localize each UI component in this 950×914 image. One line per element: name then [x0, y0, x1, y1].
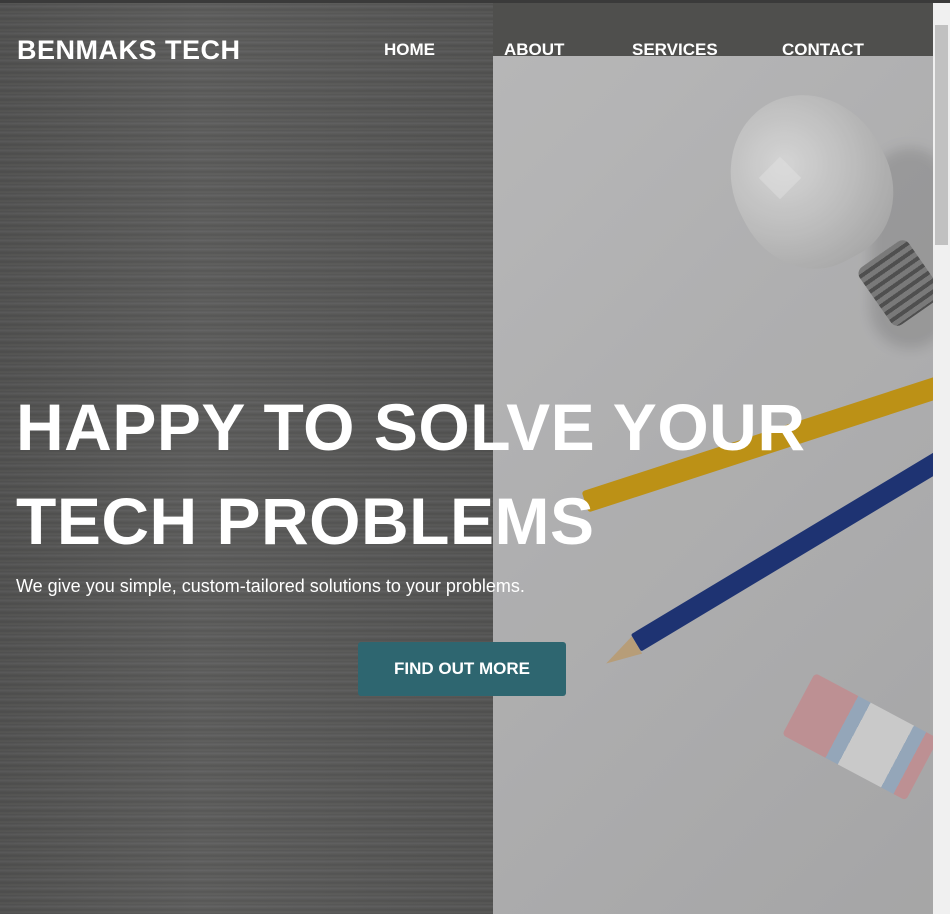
headline-line-2: TECH PROBLEMS	[16, 484, 595, 558]
brand-logo[interactable]: BENMAKS TECH	[17, 35, 241, 66]
nav-about[interactable]: ABOUT	[504, 40, 564, 60]
nav-home[interactable]: HOME	[384, 40, 435, 60]
find-out-more-button[interactable]: FIND OUT MORE	[358, 642, 566, 696]
headline-line-1: HAPPY TO SOLVE YOUR	[16, 390, 806, 464]
nav-contact[interactable]: CONTACT	[782, 40, 864, 60]
page-scrollbar[interactable]	[933, 3, 950, 914]
hero-subtitle: We give you simple, custom-tailored solu…	[16, 576, 525, 596]
nav-services[interactable]: SERVICES	[632, 40, 718, 60]
scrollbar-thumb[interactable]	[935, 25, 948, 245]
hero-headline: HAPPY TO SOLVE YOUR TECH PROBLEMS	[16, 380, 846, 568]
window-top-border	[0, 0, 950, 3]
